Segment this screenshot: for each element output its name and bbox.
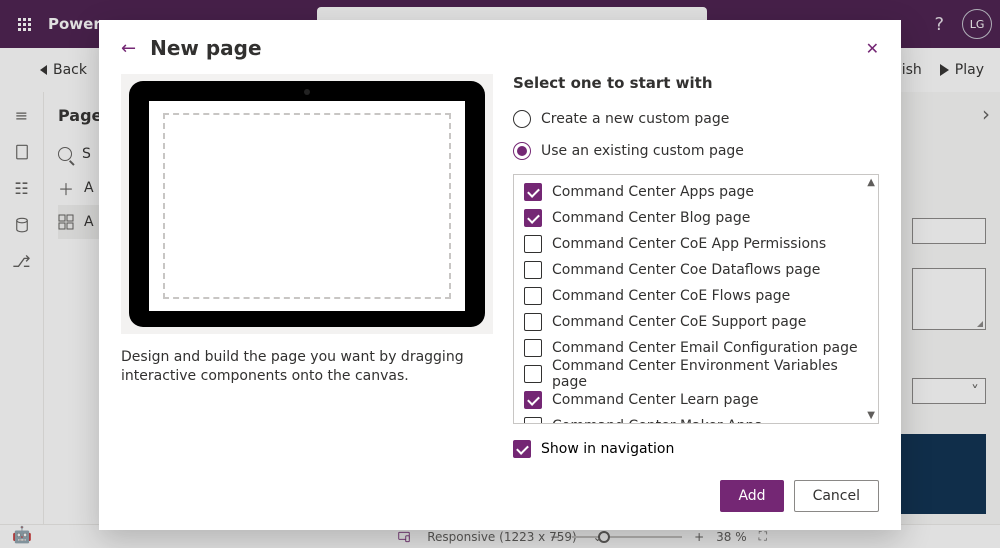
list-item[interactable]: Command Center Environment Variables pag… (514, 361, 878, 387)
radio-use-existing-label: Use an existing custom page (541, 143, 744, 159)
list-item[interactable]: Command Center Coe Dataflows page (514, 257, 878, 283)
list-item[interactable]: Command Center Blog page (514, 205, 878, 231)
checkbox-icon (524, 183, 542, 201)
list-item-label: Command Center Blog page (552, 210, 750, 226)
list-item[interactable]: Command Center Apps page (514, 179, 878, 205)
dialog-back-icon[interactable]: ← (121, 38, 136, 59)
list-item-label: Command Center Apps page (552, 184, 754, 200)
checkbox-icon (524, 261, 542, 279)
list-item[interactable]: Command Center CoE Flows page (514, 283, 878, 309)
checkbox-icon (513, 440, 531, 458)
dialog-title: New page (150, 36, 261, 60)
list-item[interactable]: Command Center Learn page (514, 387, 878, 413)
list-item-label: Command Center CoE Support page (552, 314, 806, 330)
radio-use-existing[interactable]: Use an existing custom page (513, 142, 879, 160)
list-item[interactable]: Command Center Maker Apps (514, 413, 878, 423)
existing-pages-list: ▲ Command Center Apps pageCommand Center… (513, 174, 879, 424)
list-item-label: Command Center Maker Apps (552, 418, 762, 423)
add-button[interactable]: Add (720, 480, 783, 512)
list-item-label: Command Center Coe Dataflows page (552, 262, 820, 278)
new-page-dialog: ← New page ✕ Design and build the page y… (99, 20, 901, 530)
list-item-label: Command Center Learn page (552, 392, 759, 408)
radio-icon (513, 110, 531, 128)
page-preview (121, 74, 493, 334)
radio-icon (513, 142, 531, 160)
list-item-label: Command Center CoE App Permissions (552, 236, 826, 252)
list-item-label: Command Center Environment Variables pag… (552, 358, 868, 390)
checkbox-icon (524, 391, 542, 409)
select-heading: Select one to start with (513, 74, 879, 92)
show-in-navigation-label: Show in navigation (541, 441, 674, 457)
checkbox-icon (524, 339, 542, 357)
list-item-label: Command Center Email Configuration page (552, 340, 858, 356)
list-item-label: Command Center CoE Flows page (552, 288, 790, 304)
checkbox-icon (524, 287, 542, 305)
list-item[interactable]: Command Center CoE App Permissions (514, 231, 878, 257)
cancel-button[interactable]: Cancel (794, 480, 879, 512)
show-in-navigation-checkbox[interactable]: Show in navigation (513, 440, 879, 458)
list-item[interactable]: Command Center CoE Support page (514, 309, 878, 335)
radio-create-new[interactable]: Create a new custom page (513, 110, 879, 128)
radio-create-new-label: Create a new custom page (541, 111, 729, 127)
checkbox-icon (524, 209, 542, 227)
list-scroll-area[interactable]: Command Center Apps page Command Center B… (514, 175, 878, 423)
checkbox-icon (524, 417, 542, 423)
checkbox-icon (524, 365, 542, 383)
dialog-description: Design and build the page you want by dr… (121, 348, 493, 386)
checkbox-icon (524, 235, 542, 253)
checkbox-icon (524, 313, 542, 331)
close-icon[interactable]: ✕ (866, 39, 879, 58)
